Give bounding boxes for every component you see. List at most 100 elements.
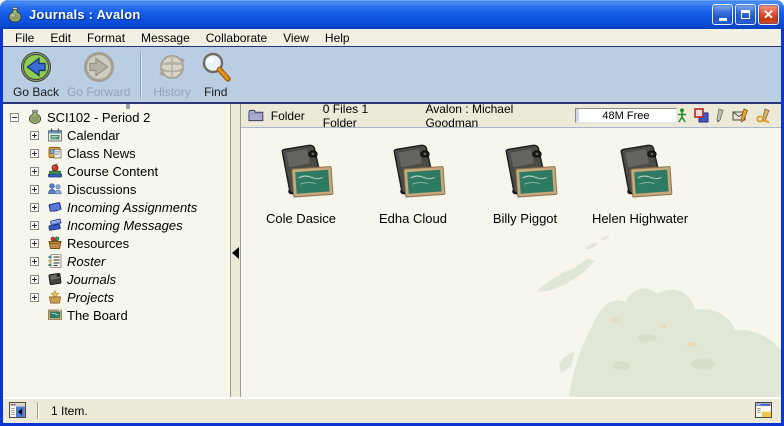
menu-collaborate[interactable]: Collaborate (198, 30, 275, 46)
find-label: Find (204, 85, 227, 99)
projects-icon (47, 289, 63, 305)
history-label: History (153, 85, 190, 99)
journal-book-icon (492, 142, 558, 204)
expand-box-icon[interactable] (30, 167, 39, 176)
menu-edit[interactable]: Edit (42, 30, 79, 46)
tree-item-the-board[interactable]: The Board (3, 306, 230, 324)
tree-item-label: Course Content (67, 164, 158, 179)
tree-item-label: Resources (67, 236, 129, 251)
key-pencil-icon[interactable] (756, 108, 773, 123)
tree-item-journals[interactable]: Journals (3, 270, 230, 288)
person-icon[interactable] (677, 108, 687, 123)
minimize-button[interactable] (712, 4, 733, 25)
expand-box-icon[interactable] (30, 257, 39, 266)
pencil-icon[interactable] (716, 108, 725, 123)
tree-item-label: Roster (67, 254, 105, 269)
tree-item-label: The Board (67, 308, 128, 323)
go-back-label: Go Back (13, 85, 59, 99)
tree-item-label: Projects (67, 290, 114, 305)
tree-item-course-content[interactable]: Course Content (3, 162, 230, 180)
expand-box-icon[interactable] (30, 275, 39, 284)
content-panel: Folder 0 Files 1 Folder Avalon : Michael… (241, 104, 781, 397)
tree-item-label: SCI102 - Period 2 (47, 110, 150, 125)
tree-item-discussions[interactable]: Discussions (3, 180, 230, 198)
layout-view-icon[interactable] (755, 402, 773, 419)
minimize-icon (719, 18, 727, 21)
history-icon (155, 50, 189, 84)
tree-item-calendar[interactable]: Calendar (3, 126, 230, 144)
pane-splitter[interactable] (231, 104, 241, 397)
incoming-assignments-icon (47, 199, 63, 215)
journals-icon (47, 271, 63, 287)
title-bar: Journals : Avalon ✕ (0, 0, 784, 29)
toolbar-separator (140, 52, 142, 99)
status-text: 1 Item. (51, 404, 88, 418)
expand-box-icon[interactable] (30, 185, 39, 194)
mail-pencil-icon[interactable] (732, 108, 749, 123)
folder-canvas: Cole Dasice (241, 128, 781, 397)
history-button[interactable]: History (149, 50, 194, 99)
tree-item-incoming-messages[interactable]: Incoming Messages (3, 216, 230, 234)
menu-view[interactable]: View (275, 30, 317, 46)
menu-file[interactable]: File (7, 30, 42, 46)
find-icon (199, 50, 233, 84)
close-icon: ✕ (763, 8, 774, 21)
incoming-messages-icon (47, 217, 63, 233)
expand-box-icon[interactable] (30, 239, 39, 248)
journal-name: Helen Highwater (579, 211, 701, 226)
expand-box-icon[interactable] (30, 221, 39, 230)
journal-name: Billy Piggot (469, 211, 581, 226)
expand-box-icon[interactable] (30, 203, 39, 212)
status-bar: 1 Item. (3, 397, 781, 423)
tree-item-label: Discussions (67, 182, 136, 197)
status-separator (37, 402, 39, 419)
tree-item-label: Class News (67, 146, 136, 161)
tree-item-label: Incoming Messages (67, 218, 183, 233)
discussions-icon (47, 181, 63, 197)
used-space-bar (576, 109, 579, 122)
resources-icon (47, 235, 63, 251)
main-area: SCI102 - Period 2 Calendar (3, 104, 781, 397)
collapse-box-icon[interactable] (10, 113, 19, 122)
app-window: Journals : Avalon ✕ File Edit Format Mes… (0, 0, 784, 426)
maximize-icon (741, 10, 750, 19)
collapse-pane-arrow-icon[interactable] (232, 247, 239, 259)
menu-help[interactable]: Help (317, 30, 358, 46)
journal-item-billy-piggot[interactable]: Billy Piggot (469, 142, 581, 226)
journal-item-edha-cloud[interactable]: Edha Cloud (357, 142, 469, 226)
go-back-button[interactable]: Go Back (9, 50, 63, 99)
item-counts: 0 Files 1 Folder (323, 102, 400, 130)
tree-item-roster[interactable]: Roster (3, 252, 230, 270)
folder-type-label: Folder (271, 109, 305, 123)
journal-book-icon (380, 142, 446, 204)
window-title: Journals : Avalon (29, 7, 141, 22)
app-flask-icon (6, 6, 24, 24)
copy-squares-icon[interactable] (694, 108, 709, 123)
class-news-icon (47, 145, 63, 161)
menu-message[interactable]: Message (133, 30, 198, 46)
expand-box-icon[interactable] (30, 149, 39, 158)
menu-format[interactable]: Format (79, 30, 133, 46)
tree-item-resources[interactable]: Resources (3, 234, 230, 252)
tree-item-class-news[interactable]: Class News (3, 144, 230, 162)
board-icon (47, 307, 63, 323)
flask-icon (27, 109, 43, 125)
tree-item-sci102[interactable]: SCI102 - Period 2 (3, 108, 230, 126)
tree-item-projects[interactable]: Projects (3, 288, 230, 306)
calendar-icon (47, 127, 63, 143)
find-button[interactable]: Find (195, 50, 237, 99)
tree-column-handle[interactable] (126, 104, 130, 109)
go-forward-button[interactable]: Go Forward (63, 50, 134, 99)
journal-name: Edha Cloud (357, 211, 469, 226)
journal-item-helen-highwater[interactable]: Helen Highwater (579, 142, 701, 226)
maximize-button[interactable] (735, 4, 756, 25)
expand-box-icon[interactable] (30, 131, 39, 140)
journal-book-icon (268, 142, 334, 204)
journal-item-cole-dasice[interactable]: Cole Dasice (245, 142, 357, 226)
toolbar: Go Back Go Forward History (3, 47, 781, 104)
tree-item-incoming-assignments[interactable]: Incoming Assignments (3, 198, 230, 216)
close-button[interactable]: ✕ (758, 4, 779, 25)
pane-toggle-icon[interactable] (9, 402, 27, 419)
free-space-label: 48M Free (602, 110, 649, 122)
expand-box-icon[interactable] (30, 293, 39, 302)
